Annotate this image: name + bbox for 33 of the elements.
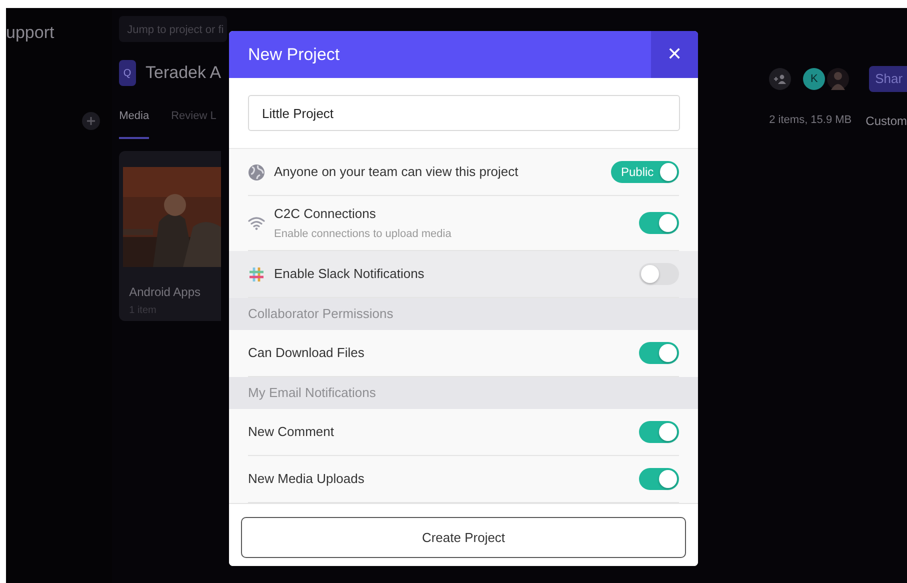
wifi-icon bbox=[248, 216, 265, 230]
storage-summary: 2 items, 15.9 MB bbox=[769, 113, 852, 128]
add-member-icon[interactable] bbox=[769, 68, 792, 90]
tab[interactable]: Media bbox=[119, 108, 150, 138]
create-project-button[interactable]: Create Project bbox=[241, 517, 686, 558]
setting-label: New Media Uploads bbox=[248, 470, 364, 488]
hash-icon bbox=[248, 266, 265, 282]
modal-title: New Project bbox=[247, 44, 340, 66]
workspace-menu[interactable]: upport bbox=[6, 20, 112, 46]
member-avatar[interactable] bbox=[827, 68, 850, 90]
toggle-switch[interactable] bbox=[639, 421, 679, 443]
setting-label: Anyone on your team can view this project bbox=[274, 163, 518, 182]
sort-menu[interactable]: Custom bbox=[866, 112, 907, 130]
project-title: Teradek A bbox=[146, 62, 222, 84]
toggle-switch[interactable] bbox=[639, 468, 679, 490]
settings-row[interactable]: Enable Slack Notifications bbox=[229, 251, 698, 298]
globe-icon bbox=[248, 164, 265, 180]
toggle-switch[interactable] bbox=[639, 342, 679, 364]
close-button[interactable]: ✕ bbox=[651, 31, 698, 78]
folder-name: Android Apps bbox=[129, 284, 202, 300]
project-name-field[interactable]: Little Project bbox=[248, 95, 680, 131]
toggle-switch[interactable] bbox=[639, 212, 679, 234]
setting-label: Can Download Files bbox=[248, 344, 364, 362]
member-avatar[interactable]: K bbox=[803, 68, 826, 90]
project-icon: Q bbox=[119, 60, 136, 86]
add-icon[interactable] bbox=[82, 112, 100, 130]
setting-label: Enable Slack Notifications bbox=[274, 265, 424, 284]
section-header: Collaborator Permissions bbox=[229, 298, 698, 330]
setting-description: Enable connections to upload media bbox=[274, 226, 452, 242]
toggle-switch[interactable] bbox=[639, 263, 679, 285]
section-header: My Email Notifications bbox=[229, 377, 698, 409]
setting-label: C2C Connections bbox=[274, 205, 377, 223]
setting-label: New Comment bbox=[248, 423, 334, 442]
